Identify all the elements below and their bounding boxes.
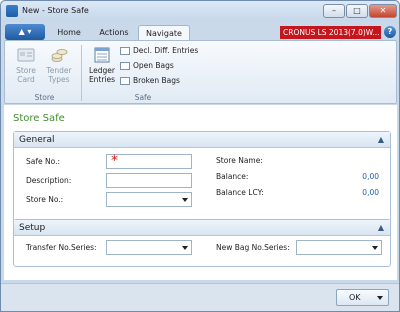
collapse-chevron-icon[interactable]: ▲ — [378, 132, 384, 148]
ledger-entries-label-1: Ledger — [89, 66, 115, 75]
tab-home[interactable]: Home — [51, 25, 87, 41]
store-card-label-1: Store — [16, 66, 36, 75]
dropdown-arrow-icon[interactable] — [372, 246, 378, 250]
application-menu-button[interactable]: ▲ ▾ — [5, 24, 45, 40]
setup-section: Setup ▲ Transfer No.Series: New Bag No.S… — [13, 219, 391, 267]
general-section-header[interactable]: General ▲ — [14, 132, 390, 148]
ledger-entries-label-2: Entries — [88, 75, 116, 84]
open-bags-button[interactable]: Open Bags — [120, 60, 174, 72]
transfer-no-series-label: Transfer No.Series: — [26, 243, 97, 252]
bag-icon — [120, 62, 130, 70]
store-no-label: Store No.: — [26, 195, 64, 204]
store-no-field[interactable] — [106, 192, 192, 207]
ok-label: OK — [349, 293, 361, 302]
new-bag-no-series-label: New Bag No.Series: — [216, 243, 290, 252]
setup-section-title: Setup — [19, 223, 46, 233]
window-title: New - Store Safe — [22, 6, 89, 15]
safe-group-label: Safe — [134, 93, 152, 102]
store-safe-window: New - Store Safe – □ ✕ ▲ ▾ Home Actions … — [0, 0, 400, 312]
description-field[interactable] — [106, 173, 192, 188]
open-bags-label: Open Bags — [133, 61, 174, 70]
collapse-chevron-icon[interactable]: ▲ — [378, 220, 384, 236]
balance-label: Balance: — [216, 172, 249, 181]
close-button[interactable]: ✕ — [369, 4, 397, 18]
balance-lcy-label: Balance LCY: — [216, 188, 264, 197]
tender-types-button[interactable]: Tender Types — [44, 46, 74, 84]
store-card-button[interactable]: Store Card — [13, 46, 39, 84]
new-bag-no-series-field[interactable] — [296, 240, 382, 255]
maximize-button[interactable]: □ — [346, 4, 368, 18]
description-label: Description: — [26, 176, 72, 185]
ledger-icon — [94, 47, 110, 63]
coins-icon — [51, 49, 68, 62]
main-content: Store Safe General ▲ Safe No.: * Descrip… — [4, 105, 397, 280]
decl-diff-entries-label: Decl. Diff. Entries — [133, 46, 199, 55]
general-section: General ▲ Safe No.: * Description: Store… — [13, 131, 391, 230]
dropdown-arrow-icon[interactable] — [377, 296, 383, 300]
tab-navigate[interactable]: Navigate — [138, 25, 190, 41]
minimize-button[interactable]: – — [323, 4, 345, 18]
general-section-title: General — [19, 135, 55, 145]
entries-icon — [120, 47, 130, 55]
store-card-label-2: Card — [17, 75, 35, 84]
bag-icon — [120, 77, 130, 85]
decl-diff-entries-button[interactable]: Decl. Diff. Entries — [120, 45, 198, 57]
app-icon — [6, 5, 18, 17]
ribbon: Store Card Tender Types Store Ledger Ent… — [4, 40, 397, 104]
safe-no-label: Safe No.: — [26, 157, 60, 166]
dropdown-arrow-icon[interactable] — [182, 198, 188, 202]
balance-lcy-value[interactable]: 0,00 — [344, 188, 379, 197]
tab-actions[interactable]: Actions — [93, 25, 135, 41]
title-bar: New - Store Safe – □ ✕ — [1, 1, 399, 21]
transfer-no-series-field[interactable] — [106, 240, 192, 255]
setup-section-header[interactable]: Setup ▲ — [14, 220, 390, 236]
balance-value[interactable]: 0,00 — [344, 172, 379, 181]
store-group-label: Store — [34, 93, 55, 102]
tender-types-label-2: Types — [48, 75, 70, 84]
ledger-entries-button[interactable]: Ledger Entries — [87, 46, 117, 84]
ribbon-separator — [81, 45, 82, 101]
broken-bags-button[interactable]: Broken Bags — [120, 75, 180, 87]
safe-no-field[interactable]: * — [106, 153, 192, 169]
tender-types-label-1: Tender — [46, 66, 72, 75]
footer-bar: OK — [1, 283, 399, 311]
required-star-icon: * — [111, 153, 118, 169]
broken-bags-label: Broken Bags — [133, 76, 180, 85]
store-card-icon — [17, 48, 35, 62]
page-title: Store Safe — [13, 113, 65, 124]
ribbon-tab-row: ▲ ▾ Home Actions Navigate CRONUS LS 2013… — [1, 21, 399, 41]
store-name-label: Store Name: — [216, 156, 263, 165]
company-badge[interactable]: CRONUS LS 2013(7.0)W... — [280, 26, 381, 39]
help-icon[interactable]: ? — [384, 26, 396, 38]
dropdown-arrow-icon[interactable] — [182, 246, 188, 250]
ok-button[interactable]: OK — [336, 289, 389, 306]
